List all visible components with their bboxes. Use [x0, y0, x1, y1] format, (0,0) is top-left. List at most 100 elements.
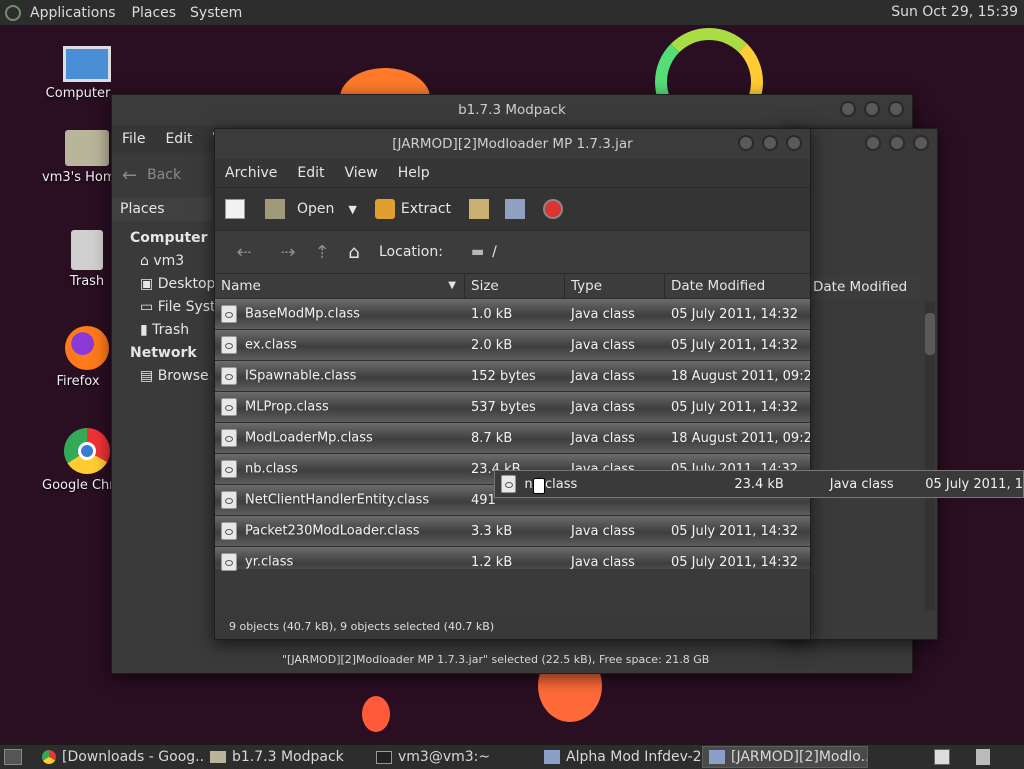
java-class-file-icon — [221, 522, 237, 540]
table-row[interactable]: Packet230ModLoader.class 3.3 kB Java class… — [215, 516, 810, 547]
taskbar-item[interactable]: vm3@vm3:~ — [370, 746, 538, 768]
close-button[interactable] — [888, 101, 904, 117]
location-label: Location: — [379, 244, 443, 260]
stop-icon[interactable] — [543, 199, 564, 219]
home-icon: ⌂ — [140, 253, 149, 269]
maximize-button[interactable] — [762, 135, 778, 151]
places-dropdown[interactable]: Places — [112, 197, 212, 221]
java-class-file-icon — [221, 460, 237, 478]
extract-icon[interactable] — [374, 199, 395, 219]
minimize-button[interactable] — [738, 135, 754, 151]
file-list: BaseModMp.class 1.0 kB Java class 05 July 2… — [215, 299, 810, 578]
menu-edit[interactable]: Edit — [287, 165, 334, 181]
column-header-name[interactable]: Name ▼ — [215, 274, 465, 298]
window-titlebar[interactable]: [JARMOD][2]Modloader MP 1.7.3.jar — [215, 129, 810, 159]
home-folder-icon — [65, 130, 109, 166]
maximize-button[interactable] — [889, 135, 905, 151]
window-titlebar[interactable]: b1.7.3 Modpack — [112, 95, 912, 125]
desktop-icon-label: Google Chrome — [42, 478, 114, 493]
java-class-file-icon — [221, 491, 237, 509]
java-class-file-icon — [501, 475, 517, 493]
desktop-icon-label: Firefox — [56, 374, 100, 389]
drive-icon: ▭ — [140, 299, 154, 315]
mouse-cursor-icon — [533, 478, 545, 494]
trash-icon — [71, 230, 103, 270]
column-header-type[interactable]: Type — [565, 274, 665, 298]
computer-icon — [63, 46, 111, 82]
column-header-date[interactable]: Date Modified — [665, 274, 810, 298]
close-button[interactable] — [913, 135, 929, 151]
clock[interactable]: Sun Oct 29, 15:39 — [891, 4, 1018, 20]
terminal-icon — [376, 750, 392, 764]
minimize-button[interactable] — [840, 101, 856, 117]
workspace-switcher-icon[interactable] — [934, 749, 950, 765]
menubar: Archive Edit View Help — [215, 159, 810, 187]
window-title: b1.7.3 Modpack — [458, 102, 566, 118]
menu-view[interactable]: View — [335, 165, 388, 181]
taskbar: [Downloads - Goog... b1.7.3 Modpack vm3@… — [0, 744, 1024, 769]
scrollbar-thumb[interactable] — [925, 313, 935, 355]
location-bar: ⇠ ⇢ ⇡ ⌂ Location: ▬ / — [215, 231, 810, 273]
places-menu[interactable]: Places — [132, 5, 177, 21]
taskbar-item[interactable]: [Downloads - Goog... — [36, 746, 204, 768]
desktop-icon-label: Computer — [45, 86, 111, 101]
add-files-icon[interactable] — [469, 199, 490, 219]
java-class-file-icon — [221, 336, 237, 354]
wallpaper-shape — [362, 696, 390, 732]
trash-applet-icon[interactable] — [976, 749, 990, 765]
maximize-button[interactable] — [864, 101, 880, 117]
menu-file[interactable]: File — [112, 131, 155, 147]
back-button[interactable]: Back — [147, 167, 181, 183]
java-class-file-icon — [221, 429, 237, 447]
home-icon[interactable]: ⌂ — [337, 242, 371, 263]
taskbar-item-active[interactable]: [JARMOD][2]Modlo... — [702, 746, 868, 768]
column-header-size[interactable]: Size — [465, 274, 565, 298]
open-dropdown-chevron-icon[interactable]: ▼ — [348, 203, 356, 216]
menu-archive[interactable]: Archive — [215, 165, 287, 181]
sidebar-item-desktop[interactable]: ▣ Desktop — [130, 273, 214, 296]
sidebar-item-filesystem[interactable]: ▭ File System — [130, 296, 214, 319]
chrome-icon — [42, 750, 56, 764]
add-folder-icon[interactable] — [505, 199, 526, 219]
folder-icon — [210, 751, 226, 763]
distro-logo-icon[interactable] — [5, 4, 21, 21]
java-class-file-icon — [221, 398, 237, 416]
trash-icon: ▮ — [140, 322, 148, 338]
taskbar-item[interactable]: Alpha Mod Infdev-2... — [538, 746, 702, 768]
up-arrow-icon[interactable]: ⇡ — [307, 242, 337, 263]
new-archive-icon[interactable] — [225, 199, 245, 219]
desktop-icon-computer[interactable]: Computer — [42, 46, 132, 101]
open-button[interactable]: Open — [297, 201, 334, 217]
minimize-button[interactable] — [865, 135, 881, 151]
taskbar-item[interactable]: b1.7.3 Modpack — [204, 746, 370, 768]
vertical-scrollbar[interactable] — [925, 301, 935, 611]
location-path[interactable]: / — [492, 244, 497, 260]
table-row[interactable]: ISpawnable.class 152 bytes Java class 18 Au… — [215, 361, 810, 392]
status-bar: "[JARMOD][2]Modloader MP 1.7.3.jar" sele… — [282, 653, 710, 666]
status-bar: 9 objects (40.7 kB), 9 objects selected … — [215, 615, 810, 639]
extract-button[interactable]: Extract — [401, 201, 451, 217]
desktop-icon-label: vm3's Home — [42, 170, 112, 185]
close-button[interactable] — [786, 135, 802, 151]
applications-menu[interactable]: Applications — [30, 5, 116, 21]
drag-preview-row: nb.class 23.4 kB Java class 05 July 2011… — [494, 470, 1024, 498]
table-row[interactable]: ModLoaderMp.class 8.7 kB Java class 18 Augu… — [215, 423, 810, 454]
forward-arrow-icon[interactable]: ⇢ — [269, 242, 307, 263]
folder-icon: ▬ — [470, 244, 485, 260]
desktop-icon: ▣ — [140, 276, 154, 292]
archive-icon — [709, 750, 725, 764]
table-row[interactable]: ex.class 2.0 kB Java class 05 July 2011, 14… — [215, 330, 810, 361]
java-class-file-icon — [221, 367, 237, 385]
toolbar: Open ▼ Extract — [215, 187, 810, 231]
open-archive-icon[interactable] — [265, 199, 285, 219]
window-title: [JARMOD][2]Modloader MP 1.7.3.jar — [392, 136, 633, 152]
table-row[interactable]: MLProp.class 537 bytes Java class 05 July 2… — [215, 392, 810, 423]
table-row[interactable]: BaseModMp.class 1.0 kB Java class 05 July 2… — [215, 299, 810, 330]
firefox-icon — [65, 326, 109, 370]
back-arrow-icon[interactable]: ⇠ — [225, 242, 263, 263]
show-desktop-icon[interactable] — [4, 749, 22, 765]
menu-edit[interactable]: Edit — [155, 131, 202, 147]
menu-help[interactable]: Help — [388, 165, 440, 181]
system-menu[interactable]: System — [190, 5, 242, 21]
sidebar-item-browse-network[interactable]: ▤ Browse Network — [130, 365, 214, 388]
